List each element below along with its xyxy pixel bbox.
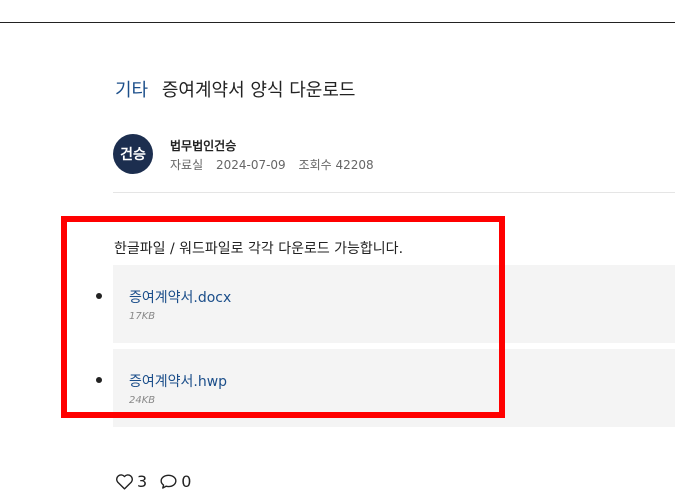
board-name: 자료실: [170, 158, 204, 172]
avatar-text: 건승: [120, 147, 146, 163]
attachment-link-hwp[interactable]: 증여계약서.hwp: [129, 371, 227, 391]
author-name[interactable]: 법무법인건승: [170, 137, 236, 154]
avatar[interactable]: 건승: [113, 134, 153, 174]
view-count: 조회수 42208: [298, 158, 374, 172]
attachment-size: 24KB: [129, 395, 156, 406]
attachment-size: 17KB: [129, 311, 156, 322]
like-count: 3: [137, 472, 148, 491]
bullet-icon: [96, 293, 102, 299]
bullet-icon: [96, 377, 102, 383]
post-title: 증여계약서 양식 다운로드: [161, 80, 356, 101]
top-divider: [0, 22, 675, 23]
attachment-item: 증여계약서.docx 17KB: [96, 265, 675, 343]
post-date: 2024-07-09: [215, 158, 286, 172]
header-divider: [113, 192, 675, 193]
post-title-row: 기타 증여계약서 양식 다운로드: [115, 78, 355, 104]
post-meta: 자료실 2024-07-09 조회수 42208: [170, 156, 383, 173]
reaction-bar: 3 0: [115, 472, 203, 491]
heart-icon: [116, 474, 133, 490]
attachment-link-docx[interactable]: 증여계약서.docx: [129, 287, 231, 307]
attachment-item: 증여계약서.hwp 24KB: [96, 349, 675, 427]
like-button[interactable]: 3: [115, 472, 147, 491]
comment-icon: [160, 474, 177, 489]
attachment-list: 증여계약서.docx 17KB 증여계약서.hwp 24KB: [96, 265, 675, 433]
comment-button[interactable]: 0: [159, 472, 191, 491]
comment-count: 0: [181, 472, 192, 491]
post-category[interactable]: 기타: [115, 80, 148, 101]
post-intro-text: 한글파일 / 워드파일로 각각 다운로드 가능합니다.: [114, 241, 404, 257]
